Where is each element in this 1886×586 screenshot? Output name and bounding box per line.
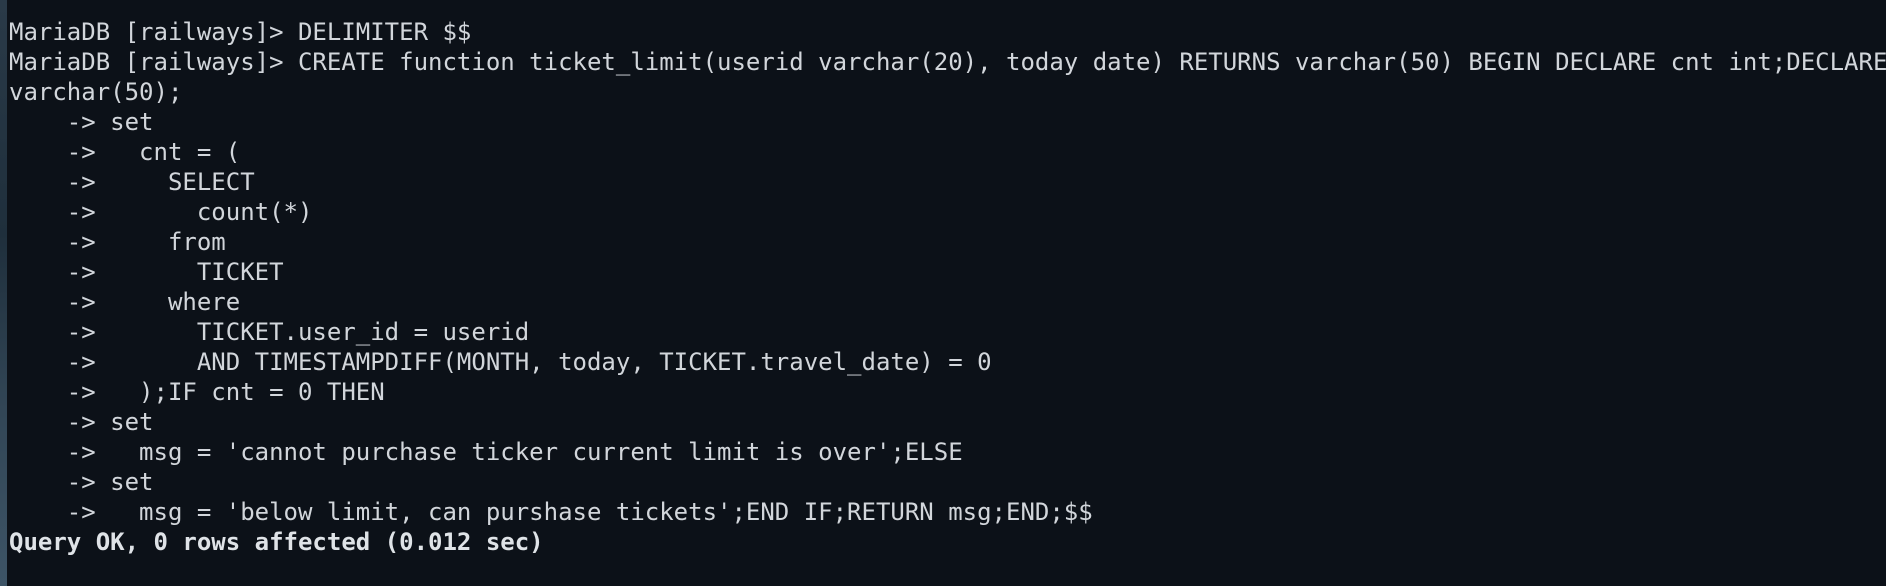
terminal-line: MariaDB [railways]> DELIMITER $$ xyxy=(9,18,472,46)
terminal-line: -> );IF cnt = 0 THEN xyxy=(9,378,385,406)
terminal-line: -> TICKET.user_id = userid xyxy=(9,318,530,346)
terminal-line: -> SELECT xyxy=(9,168,255,196)
terminal-line: -> TICKET xyxy=(9,258,284,286)
terminal-line: -> count(*) xyxy=(9,198,313,226)
terminal-line: varchar(50); xyxy=(9,78,183,106)
terminal-line: -> set xyxy=(9,468,154,496)
terminal-line: -> where xyxy=(9,288,241,316)
terminal-line: -> cnt = ( xyxy=(9,138,241,166)
terminal-output[interactable]: MariaDB [railways]> DELIMITER $$ MariaDB… xyxy=(9,17,1886,586)
terminal-line: -> msg = 'cannot purchase ticker current… xyxy=(9,438,963,466)
terminal-line: -> set xyxy=(9,408,154,436)
terminal-line: MariaDB [railways]> CREATE function tick… xyxy=(9,48,1886,76)
terminal-line: -> msg = 'below limit, can purshase tick… xyxy=(9,498,1093,526)
terminal-line: -> from xyxy=(9,228,226,256)
terminal-line: -> set xyxy=(9,108,154,136)
query-result-line: Query OK, 0 rows affected (0.012 sec) xyxy=(9,528,544,556)
terminal-line: -> AND TIMESTAMPDIFF(MONTH, today, TICKE… xyxy=(9,348,992,376)
window-left-edge xyxy=(0,0,7,586)
